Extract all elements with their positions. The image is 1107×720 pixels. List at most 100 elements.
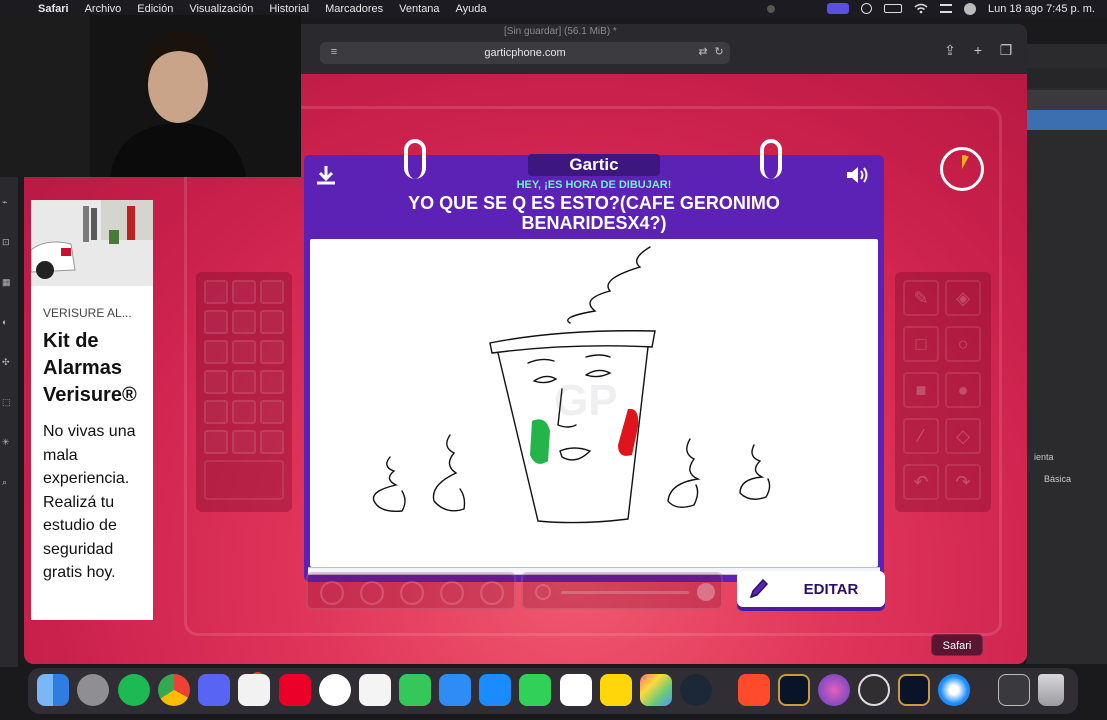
obs-icon[interactable] bbox=[858, 674, 890, 706]
menu-archivo[interactable]: Archivo bbox=[77, 3, 130, 15]
paint-icon[interactable] bbox=[818, 674, 850, 706]
lasso-tool-icon[interactable]: ⌁ bbox=[2, 197, 14, 207]
menu-marcadores[interactable]: Marcadores bbox=[317, 3, 391, 15]
slider-thumb[interactable] bbox=[697, 583, 715, 601]
tab-overview-icon[interactable]: ❐ bbox=[998, 42, 1014, 58]
color-swatch[interactable] bbox=[260, 430, 284, 454]
app-store-icon[interactable] bbox=[479, 674, 511, 706]
ellipse-fill-tool-icon[interactable]: ● bbox=[945, 372, 981, 408]
color-swatch[interactable] bbox=[232, 280, 256, 304]
color-swatch[interactable] bbox=[232, 340, 256, 364]
brush-size-option[interactable] bbox=[440, 581, 464, 605]
address-bar[interactable]: garticphone.com bbox=[320, 42, 730, 64]
ad-title[interactable]: Kit de Alarmas Verisure® bbox=[43, 328, 149, 409]
share-icon[interactable]: ⇪ bbox=[942, 42, 958, 58]
new-tab-icon[interactable]: + bbox=[970, 42, 986, 58]
battery-icon[interactable] bbox=[883, 4, 902, 13]
menu-ayuda[interactable]: Ayuda bbox=[448, 3, 495, 15]
menu-edicion[interactable]: Edición bbox=[129, 3, 181, 15]
reminders-icon[interactable] bbox=[560, 674, 592, 706]
trash-icon[interactable] bbox=[1038, 674, 1064, 706]
slider-track[interactable] bbox=[561, 591, 689, 594]
control-center-icon[interactable] bbox=[939, 4, 952, 13]
layer-row[interactable] bbox=[1026, 136, 1107, 156]
safari-icon[interactable] bbox=[938, 674, 970, 706]
record-dot-icon[interactable] bbox=[766, 4, 775, 13]
eraser-tool-icon[interactable]: ◈ bbox=[945, 280, 981, 316]
layer-selected[interactable] bbox=[1026, 110, 1107, 130]
system-settings-icon[interactable] bbox=[77, 674, 109, 706]
menu-ventana[interactable]: Ventana bbox=[391, 3, 447, 15]
reload-icon[interactable]: ↻ bbox=[713, 46, 725, 58]
launchpad-icon[interactable] bbox=[640, 674, 672, 706]
bucket-tool-icon[interactable]: ◐ bbox=[2, 317, 14, 327]
pencil-tool-icon[interactable]: ✎ bbox=[903, 280, 939, 316]
color-swatch[interactable] bbox=[204, 430, 228, 454]
menu-clock[interactable]: Lun 18 ago 7:45 p. m. bbox=[988, 3, 1095, 15]
advertisement[interactable]: VERISURE AL... Kit de Alarmas Verisure® … bbox=[31, 200, 153, 620]
spotify-icon[interactable] bbox=[118, 674, 150, 706]
menu-safari[interactable]: Safari bbox=[30, 3, 77, 15]
brush-size-option[interactable] bbox=[360, 581, 384, 605]
layer-row[interactable] bbox=[1026, 178, 1107, 198]
discord-icon[interactable] bbox=[198, 674, 230, 706]
drawing-canvas[interactable]: GP bbox=[310, 239, 878, 567]
transform-tool-icon[interactable]: ✣ bbox=[2, 357, 14, 367]
messages-icon[interactable] bbox=[399, 674, 431, 706]
facetime-icon[interactable] bbox=[519, 674, 551, 706]
mail-icon[interactable] bbox=[439, 674, 471, 706]
wifi-icon[interactable] bbox=[914, 3, 928, 14]
screenshot-icon[interactable] bbox=[998, 674, 1030, 706]
select-tool-icon[interactable]: ⬚ bbox=[2, 397, 14, 407]
freeform-icon[interactable] bbox=[359, 674, 391, 706]
redo-tool-icon[interactable]: ↷ bbox=[945, 464, 981, 500]
layer-row[interactable] bbox=[1026, 156, 1107, 176]
color-swatch[interactable] bbox=[232, 400, 256, 424]
menu-historial[interactable]: Historial bbox=[261, 3, 317, 15]
rectangle-fill-tool-icon[interactable]: ■ bbox=[903, 372, 939, 408]
line-tool-icon[interactable]: ⁄ bbox=[903, 418, 939, 454]
menu-visualizacion[interactable]: Visualización bbox=[181, 3, 261, 15]
translate-icon[interactable]: ⇄ bbox=[697, 46, 709, 58]
league-of-legends-icon[interactable] bbox=[778, 674, 810, 706]
zoom-tool-icon[interactable]: ⌕ bbox=[2, 477, 14, 487]
steam-icon[interactable] bbox=[680, 674, 712, 706]
ellipse-outline-tool-icon[interactable]: ○ bbox=[945, 326, 981, 362]
magic-wand-icon[interactable]: ✳ bbox=[2, 437, 14, 447]
gradient-tool-icon[interactable]: ▦ bbox=[2, 277, 14, 287]
color-swatch[interactable] bbox=[204, 280, 228, 304]
color-swatch[interactable] bbox=[204, 400, 228, 424]
threads-icon[interactable] bbox=[238, 674, 270, 706]
rectangle-outline-tool-icon[interactable]: □ bbox=[903, 326, 939, 362]
edit-button[interactable]: EDITAR bbox=[737, 571, 885, 607]
color-swatch[interactable] bbox=[232, 370, 256, 394]
blend-mode-label[interactable]: Básica bbox=[1044, 474, 1071, 484]
color-swatch[interactable] bbox=[204, 340, 228, 364]
color-swatch[interactable] bbox=[260, 340, 284, 364]
crop-tool-icon[interactable]: ⊡ bbox=[2, 237, 14, 247]
page-menu-icon[interactable]: ≡ bbox=[328, 46, 340, 58]
siri-icon[interactable] bbox=[963, 2, 976, 15]
opacity-slider[interactable] bbox=[521, 572, 723, 610]
color-swatch[interactable] bbox=[232, 310, 256, 334]
notes-icon[interactable] bbox=[600, 674, 632, 706]
play-icon[interactable] bbox=[860, 3, 872, 14]
league-client-icon[interactable] bbox=[898, 674, 930, 706]
color-swatch[interactable] bbox=[232, 430, 256, 454]
custom-color-swatch[interactable] bbox=[204, 460, 284, 500]
brush-size-option[interactable] bbox=[320, 581, 344, 605]
ad-image[interactable] bbox=[31, 200, 153, 286]
color-swatch[interactable] bbox=[204, 310, 228, 334]
fill-bucket-tool-icon[interactable]: ◇ bbox=[945, 418, 981, 454]
brush-size-option[interactable] bbox=[480, 581, 504, 605]
color-swatch[interactable] bbox=[260, 400, 284, 424]
color-swatch[interactable] bbox=[260, 310, 284, 334]
color-swatch[interactable] bbox=[260, 280, 284, 304]
word-icon[interactable] bbox=[319, 674, 351, 706]
dropdown-row[interactable] bbox=[1026, 90, 1107, 110]
riot-icon[interactable] bbox=[279, 674, 311, 706]
finder-icon[interactable] bbox=[37, 674, 69, 706]
color-swatch[interactable] bbox=[204, 370, 228, 394]
undo-tool-icon[interactable]: ↶ bbox=[903, 464, 939, 500]
color-swatch[interactable] bbox=[260, 370, 284, 394]
